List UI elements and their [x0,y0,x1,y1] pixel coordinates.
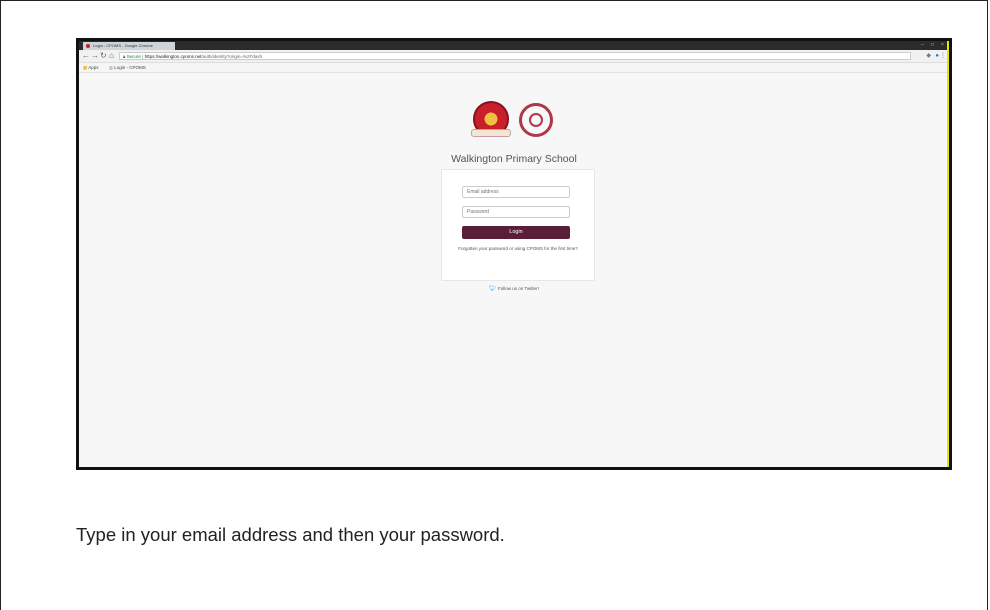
login-button[interactable]: Login [462,226,570,239]
address-bar[interactable]: 🔒︎ Secure | https://walkington.cpoms.net… [119,52,911,60]
bookmark-apps-label: Apps [88,65,99,70]
maximize-icon[interactable]: □ [928,42,937,48]
twitter-label: Follow us on Twitter! [497,286,539,291]
secure-label: Secure [126,54,141,59]
profile-icon[interactable]: ● [935,52,939,60]
bookmark-login[interactable]: ◎ Login - CPOMS [109,63,146,72]
tab-title: Login - CPOMS - Google Chrome [93,43,153,48]
url-path: /auth/identity?origin=%2Fdash [201,54,263,59]
forward-icon[interactable]: → [91,51,99,61]
email-field[interactable] [462,186,570,198]
logo-group [471,101,561,145]
window-edge-highlight [947,41,949,467]
twitter-link[interactable]: 🐦︎ Follow us on Twitter! [79,285,949,292]
extensions-icon[interactable]: ◆ [926,52,931,60]
login-card: Login Forgotten your password or using C… [441,169,595,281]
back-icon[interactable]: ← [82,51,90,61]
bookmarks-bar: ▦ Apps ◎ Login - CPOMS [79,63,949,73]
bookmark-login-label: Login - CPOMS [114,65,146,70]
minimize-icon[interactable]: – [918,42,927,48]
menu-icon[interactable]: ⋮ [940,52,946,60]
browser-window: Login - CPOMS - Google Chrome – □ × ← → … [79,41,949,467]
lock-icon: 🔒︎ [123,54,126,59]
twitter-icon: 🐦︎ [489,286,497,292]
password-field[interactable] [462,206,570,218]
browser-titlebar: Login - CPOMS - Google Chrome – □ × [79,41,949,50]
school-name: Walkington Primary School [451,153,577,165]
browser-toolbar: ← → ↻ ⌂ 🔒︎ Secure | https://walkington.c… [79,50,949,63]
reload-icon[interactable]: ↻ [100,51,107,61]
cpoms-logo-icon [519,103,553,137]
school-ribbon-icon [471,129,511,137]
favicon-icon [86,44,90,48]
forgot-password-link[interactable]: Forgotten your password or using CPOMS f… [456,246,580,252]
screenshot-frame: Login - CPOMS - Google Chrome – □ × ← → … [76,38,952,470]
bookmark-apps[interactable]: ▦ Apps [83,63,99,72]
home-icon[interactable]: ⌂ [109,51,114,61]
url-host: https://walkington.cpoms.net [144,54,202,59]
browser-tab[interactable]: Login - CPOMS - Google Chrome [83,42,175,50]
cpoms-bookmark-icon: ◎ [109,65,113,70]
close-icon[interactable]: × [938,42,947,48]
apps-grid-icon: ▦ [83,65,88,70]
instruction-caption: Type in your email address and then your… [76,524,505,545]
